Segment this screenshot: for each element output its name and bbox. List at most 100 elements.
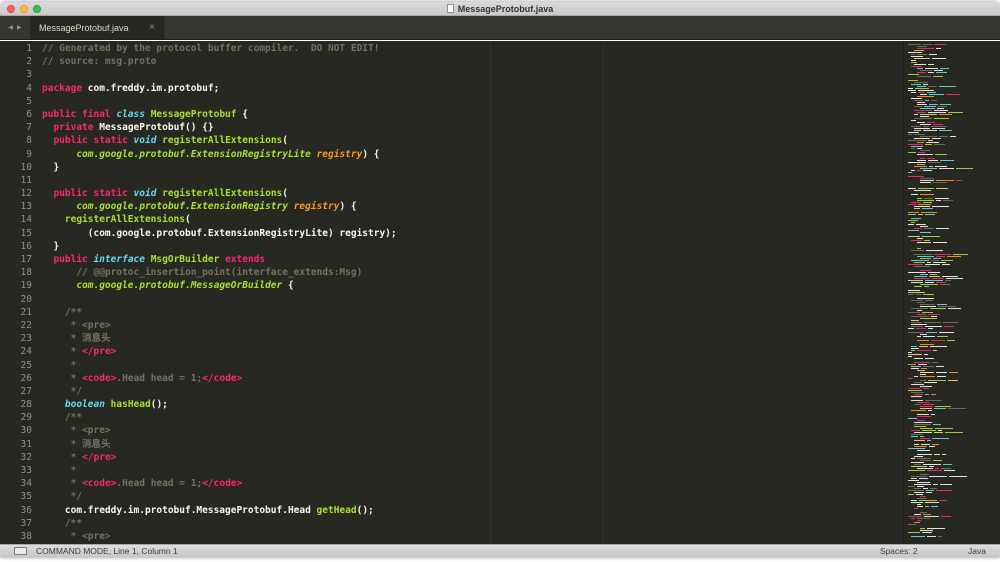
code-line[interactable]: 16 } (0, 240, 902, 253)
code-line[interactable]: 5 (0, 95, 902, 108)
code-line[interactable]: 36 com.freddy.im.protobuf.MessageProtobu… (0, 504, 902, 517)
line-number: 2 (0, 55, 42, 68)
tab-close-icon[interactable]: × (149, 23, 155, 33)
status-bar: COMMAND MODE, Line 1, Column 1 Spaces: 2… (0, 544, 1000, 557)
close-button[interactable] (7, 5, 15, 13)
minimize-button[interactable] (20, 5, 28, 13)
line-number: 19 (0, 279, 42, 292)
line-number: 24 (0, 345, 42, 358)
line-number: 25 (0, 359, 42, 372)
status-bar-left: COMMAND MODE, Line 1, Column 1 (14, 546, 178, 556)
code-line[interactable]: 11 (0, 174, 902, 187)
code-line[interactable]: 17 public interface MsgOrBuilder extends (0, 253, 902, 266)
code-line[interactable]: 37 /** (0, 517, 902, 530)
code-line[interactable]: 4package com.freddy.im.protobuf; (0, 82, 902, 95)
line-number: 5 (0, 95, 42, 108)
code-line[interactable]: 34 * <code>.Head head = 1;</code> (0, 477, 902, 490)
code-line[interactable]: 2// source: msg.proto (0, 55, 902, 68)
line-number: 34 (0, 477, 42, 490)
code-line[interactable]: 38 * <pre> (0, 530, 902, 543)
line-number: 27 (0, 385, 42, 398)
window-title: MessageProtobuf.java (447, 4, 554, 14)
line-number: 1 (0, 42, 42, 55)
line-number: 18 (0, 266, 42, 279)
code-line[interactable]: 13 com.google.protobuf.ExtensionRegistry… (0, 200, 902, 213)
tab-scroll-right-icon[interactable]: ▶ (17, 24, 22, 31)
code-line[interactable]: 27 */ (0, 385, 902, 398)
line-number: 30 (0, 424, 42, 437)
line-number: 26 (0, 372, 42, 385)
app-window: MessageProtobuf.java ◀ ▶ MessageProtobuf… (0, 2, 1000, 557)
code-line[interactable]: 6public final class MessageProtobuf { (0, 108, 902, 121)
tab-messageprotobuf-java[interactable]: MessageProtobuf.java × (30, 16, 164, 39)
code-line[interactable]: 3 (0, 68, 902, 81)
code-line[interactable]: 32 * </pre> (0, 451, 902, 464)
line-number: 23 (0, 332, 42, 345)
line-number: 6 (0, 108, 42, 121)
line-number: 9 (0, 148, 42, 161)
line-number: 29 (0, 411, 42, 424)
line-number: 14 (0, 213, 42, 226)
code-line[interactable]: 14 registerAllExtensions( (0, 213, 902, 226)
line-number: 21 (0, 306, 42, 319)
line-number: 20 (0, 293, 42, 306)
minimap-row (908, 538, 1000, 540)
code-line[interactable]: 8 public static void registerAllExtensio… (0, 134, 902, 147)
line-number: 32 (0, 451, 42, 464)
code-line[interactable]: 29 /** (0, 411, 902, 424)
line-number: 28 (0, 398, 42, 411)
code-area[interactable]: 1// Generated by the protocol buffer com… (0, 42, 902, 544)
code-line[interactable]: 35 */ (0, 490, 902, 503)
editor: 1// Generated by the protocol buffer com… (0, 41, 1000, 544)
line-number: 11 (0, 174, 42, 187)
line-number: 10 (0, 161, 42, 174)
line-number: 17 (0, 253, 42, 266)
code-line[interactable]: 31 * 消息头 (0, 438, 902, 451)
code-line[interactable]: 26 * <code>.Head head = 1;</code> (0, 372, 902, 385)
tab-label: MessageProtobuf.java (39, 23, 143, 33)
code-line[interactable]: 28 boolean hasHead(); (0, 398, 902, 411)
line-number: 15 (0, 227, 42, 240)
traffic-lights (7, 5, 41, 13)
status-bar-right: Spaces: 2 Java (832, 546, 986, 556)
code-line[interactable]: 12 public static void registerAllExtensi… (0, 187, 902, 200)
code-line[interactable]: 18 // @@protoc_insertion_point(interface… (0, 266, 902, 279)
code-line[interactable]: 33 * (0, 464, 902, 477)
code-line[interactable]: 30 * <pre> (0, 424, 902, 437)
tab-scroll-arrows: ◀ ▶ (0, 16, 30, 39)
status-spaces[interactable]: Spaces: 2 (880, 546, 918, 556)
tab-scroll-left-icon[interactable]: ◀ (8, 24, 13, 31)
code-line[interactable]: 21 /** (0, 306, 902, 319)
code-line[interactable]: 25 * (0, 359, 902, 372)
code-line[interactable]: 22 * <pre> (0, 319, 902, 332)
code-line[interactable]: 23 * 消息头 (0, 332, 902, 345)
titlebar[interactable]: MessageProtobuf.java (0, 2, 1000, 16)
line-number: 22 (0, 319, 42, 332)
document-icon (447, 4, 454, 13)
tab-bar: ◀ ▶ MessageProtobuf.java × (0, 16, 1000, 40)
code-line[interactable]: 19 com.google.protobuf.MessageOrBuilder … (0, 279, 902, 292)
line-number: 4 (0, 82, 42, 95)
window-title-text: MessageProtobuf.java (458, 4, 554, 14)
status-syntax[interactable]: Java (968, 546, 986, 556)
line-number: 31 (0, 438, 42, 451)
zoom-button[interactable] (33, 5, 41, 13)
code-line[interactable]: 24 * </pre> (0, 345, 902, 358)
code-line[interactable]: 10 } (0, 161, 902, 174)
code-line[interactable]: 7 private MessageProtobuf() {} (0, 121, 902, 134)
code-line[interactable]: 20 (0, 293, 902, 306)
line-number: 13 (0, 200, 42, 213)
panel-toggle-icon[interactable] (14, 547, 27, 555)
code-line[interactable]: 15 (com.google.protobuf.ExtensionRegistr… (0, 227, 902, 240)
line-number: 12 (0, 187, 42, 200)
line-number: 8 (0, 134, 42, 147)
status-mode-text: COMMAND MODE, Line 1, Column 1 (36, 546, 178, 556)
line-number: 35 (0, 490, 42, 503)
line-number: 7 (0, 121, 42, 134)
line-number: 38 (0, 530, 42, 543)
minimap[interactable] (903, 41, 1000, 544)
line-number: 16 (0, 240, 42, 253)
code-line[interactable]: 1// Generated by the protocol buffer com… (0, 42, 902, 55)
line-number: 36 (0, 504, 42, 517)
code-line[interactable]: 9 com.google.protobuf.ExtensionRegistryL… (0, 148, 902, 161)
